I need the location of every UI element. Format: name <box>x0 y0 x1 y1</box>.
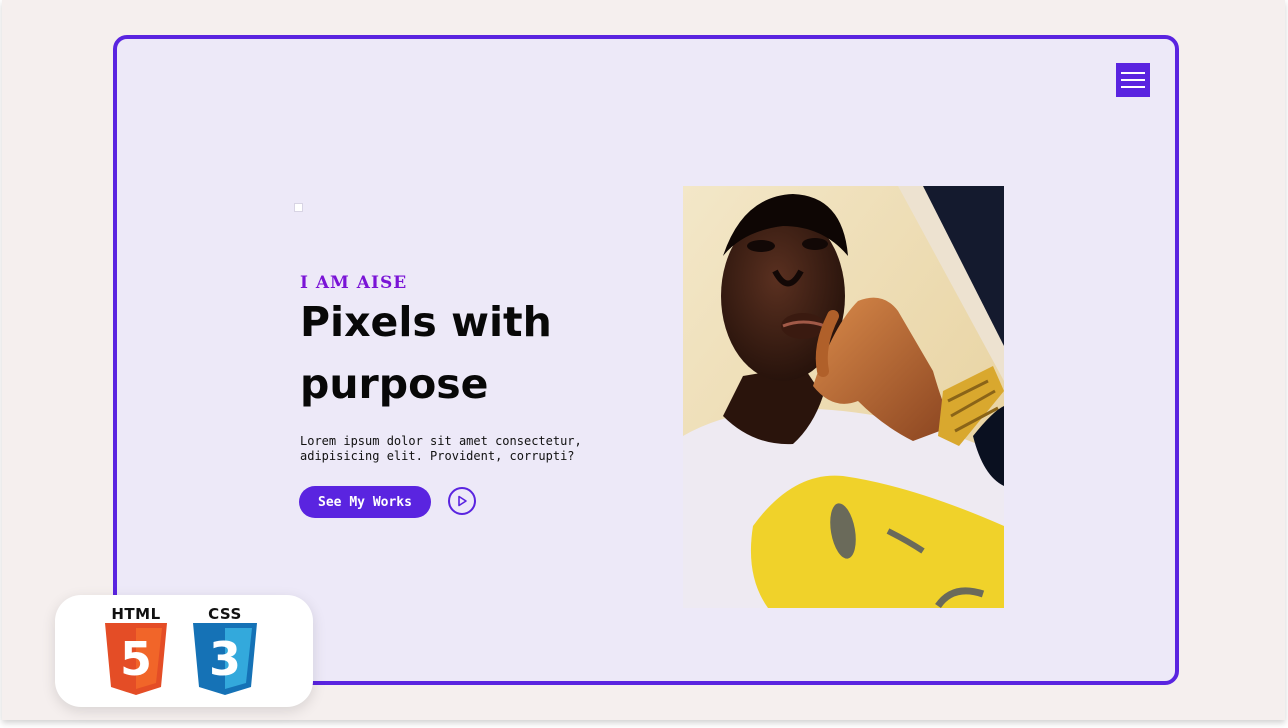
hero-description: Lorem ipsum dolor sit amet consectetur, … <box>300 434 582 463</box>
tech-badge: HTML 5 CSS 3 <box>55 595 313 707</box>
portrait-illustration <box>683 186 1004 608</box>
html5-shield-icon: 5 <box>105 623 167 695</box>
css-logo-label: CSS <box>208 605 242 623</box>
html-logo-label: HTML <box>111 605 161 623</box>
play-video-button[interactable] <box>448 487 476 515</box>
css3-shield-icon: 3 <box>193 623 257 695</box>
hamburger-menu-button[interactable] <box>1116 63 1150 97</box>
hero-eyebrow: I AM AISE <box>300 273 408 293</box>
hamburger-icon <box>1121 86 1145 88</box>
hero-headline: Pixels with purpose <box>300 298 552 408</box>
html5-logo: HTML 5 <box>105 605 167 700</box>
html-logo-number: 5 <box>120 632 152 686</box>
hero-card: I AM AISE Pixels with purpose Lorem ipsu… <box>113 35 1179 685</box>
see-my-works-button[interactable]: See My Works <box>299 486 431 518</box>
css3-logo: CSS 3 <box>193 605 257 700</box>
broken-image-icon <box>294 203 303 212</box>
portrait-photo <box>683 186 1004 608</box>
css-logo-number: 3 <box>209 632 241 686</box>
hamburger-icon <box>1121 79 1145 81</box>
hamburger-icon <box>1121 72 1145 74</box>
play-icon <box>458 495 467 507</box>
